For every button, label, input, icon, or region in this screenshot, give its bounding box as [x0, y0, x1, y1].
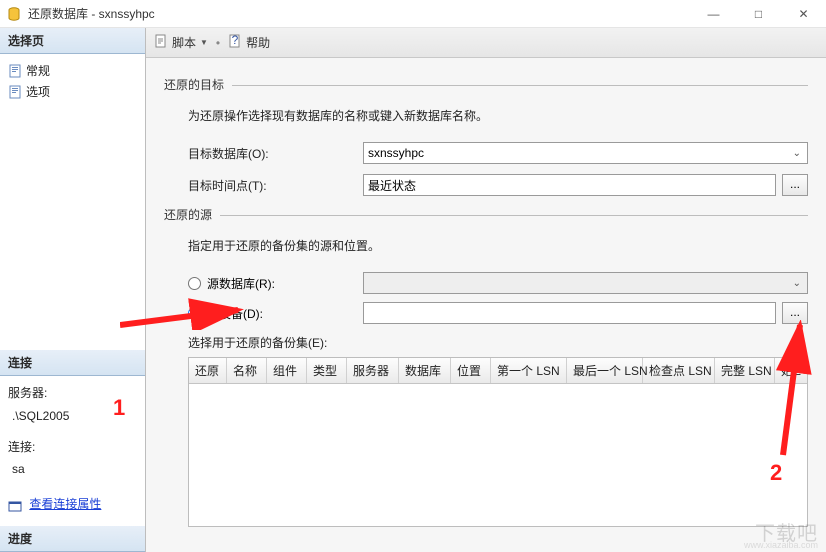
page-icon — [8, 85, 22, 99]
group-target: 还原的目标 — [164, 76, 808, 93]
source-db-combo: ⌄ — [363, 272, 808, 294]
help-icon: ? — [228, 34, 242, 51]
col-name: 名称 — [227, 358, 267, 383]
view-connection-properties-link[interactable]: 查看连接属性 — [29, 497, 101, 511]
col-checkpoint-lsn: 检查点 LSN — [643, 358, 715, 383]
tree-item-general[interactable]: 常规 — [8, 60, 137, 81]
target-time-label: 目标时间点(T): — [188, 177, 363, 194]
close-button[interactable]: ✕ — [781, 0, 826, 27]
properties-icon — [8, 498, 22, 512]
target-db-label: 目标数据库(O): — [188, 145, 363, 162]
col-restore: 还原 — [189, 358, 227, 383]
minimize-button[interactable]: — — [691, 0, 736, 27]
page-icon — [8, 64, 22, 78]
target-hint: 为还原操作选择现有数据库的名称或键入新数据库名称。 — [188, 107, 808, 124]
chevron-down-icon: ▼ — [200, 38, 208, 47]
source-db-radio[interactable] — [188, 277, 201, 290]
tree-label: 选项 — [26, 83, 50, 100]
source-device-radio[interactable] — [188, 307, 201, 320]
col-position: 位置 — [451, 358, 491, 383]
toolbar: 脚本 ▼ • ? 帮助 — [146, 28, 826, 58]
col-database: 数据库 — [399, 358, 451, 383]
backup-sets-table[interactable]: 还原 名称 组件 类型 服务器 数据库 位置 第一个 LSN 最后一个 LSN … — [188, 357, 808, 527]
conn-label: 连接: — [8, 440, 35, 454]
group-target-label: 还原的目标 — [164, 76, 224, 93]
source-device-label: 源设备(D): — [207, 305, 263, 322]
tree-item-options[interactable]: 选项 — [8, 81, 137, 102]
window-title: 还原数据库 - sxnssyhpc — [28, 5, 691, 22]
target-db-combo[interactable]: sxnssyhpc ⌄ — [363, 142, 808, 164]
col-last-lsn: 最后一个 LSN — [567, 358, 643, 383]
target-time-browse-button[interactable]: ... — [782, 174, 808, 196]
svg-text:?: ? — [232, 34, 239, 47]
table-header: 还原 名称 组件 类型 服务器 数据库 位置 第一个 LSN 最后一个 LSN … — [189, 358, 807, 384]
help-label: 帮助 — [246, 34, 270, 51]
col-start: 始E — [775, 358, 807, 383]
right-panel: 脚本 ▼ • ? 帮助 还原的目标 为还原操作选择现有数据库的名称或键入新数据库… — [146, 28, 826, 552]
content: 还原的目标 为还原操作选择现有数据库的名称或键入新数据库名称。 目标数据库(O)… — [146, 58, 826, 552]
database-icon — [6, 6, 22, 22]
script-button[interactable]: 脚本 ▼ — [154, 34, 208, 51]
tree-label: 常规 — [26, 62, 50, 79]
col-type: 类型 — [307, 358, 347, 383]
col-component: 组件 — [267, 358, 307, 383]
conn-value: sa — [12, 462, 25, 476]
col-server: 服务器 — [347, 358, 399, 383]
select-page-header: 选择页 — [0, 28, 145, 54]
left-panel: 选择页 常规 选项 连接 服务器: .\SQL2005 连接: sa 查看连接属… — [0, 28, 146, 552]
script-icon — [154, 34, 168, 51]
server-value: .\SQL2005 — [12, 409, 69, 423]
target-time-input[interactable] — [363, 174, 776, 196]
target-db-value: sxnssyhpc — [368, 146, 424, 160]
connection-header: 连接 — [0, 350, 145, 376]
window-controls: — □ ✕ — [691, 0, 826, 27]
titlebar: 还原数据库 - sxnssyhpc — □ ✕ — [0, 0, 826, 28]
source-device-browse-button[interactable]: ... — [782, 302, 808, 324]
source-device-input[interactable] — [363, 302, 776, 324]
server-label: 服务器: — [8, 386, 47, 400]
source-hint: 指定用于还原的备份集的源和位置。 — [188, 237, 808, 254]
script-label: 脚本 — [172, 34, 196, 51]
group-source: 还原的源 — [164, 206, 808, 223]
backup-sets-label: 选择用于还原的备份集(E): — [188, 334, 808, 351]
connection-body: 服务器: .\SQL2005 连接: sa 查看连接属性 — [0, 376, 145, 526]
col-first-lsn: 第一个 LSN — [491, 358, 567, 383]
chevron-down-icon: ⌄ — [793, 278, 803, 289]
col-full-lsn: 完整 LSN — [715, 358, 775, 383]
page-tree: 常规 选项 — [0, 54, 145, 108]
source-db-label: 源数据库(R): — [207, 275, 275, 292]
group-source-label: 还原的源 — [164, 206, 212, 223]
maximize-button[interactable]: □ — [736, 0, 781, 27]
chevron-down-icon: ⌄ — [793, 148, 803, 159]
toolbar-separator: • — [216, 36, 220, 50]
help-button[interactable]: ? 帮助 — [228, 34, 270, 51]
progress-header: 进度 — [0, 526, 145, 552]
